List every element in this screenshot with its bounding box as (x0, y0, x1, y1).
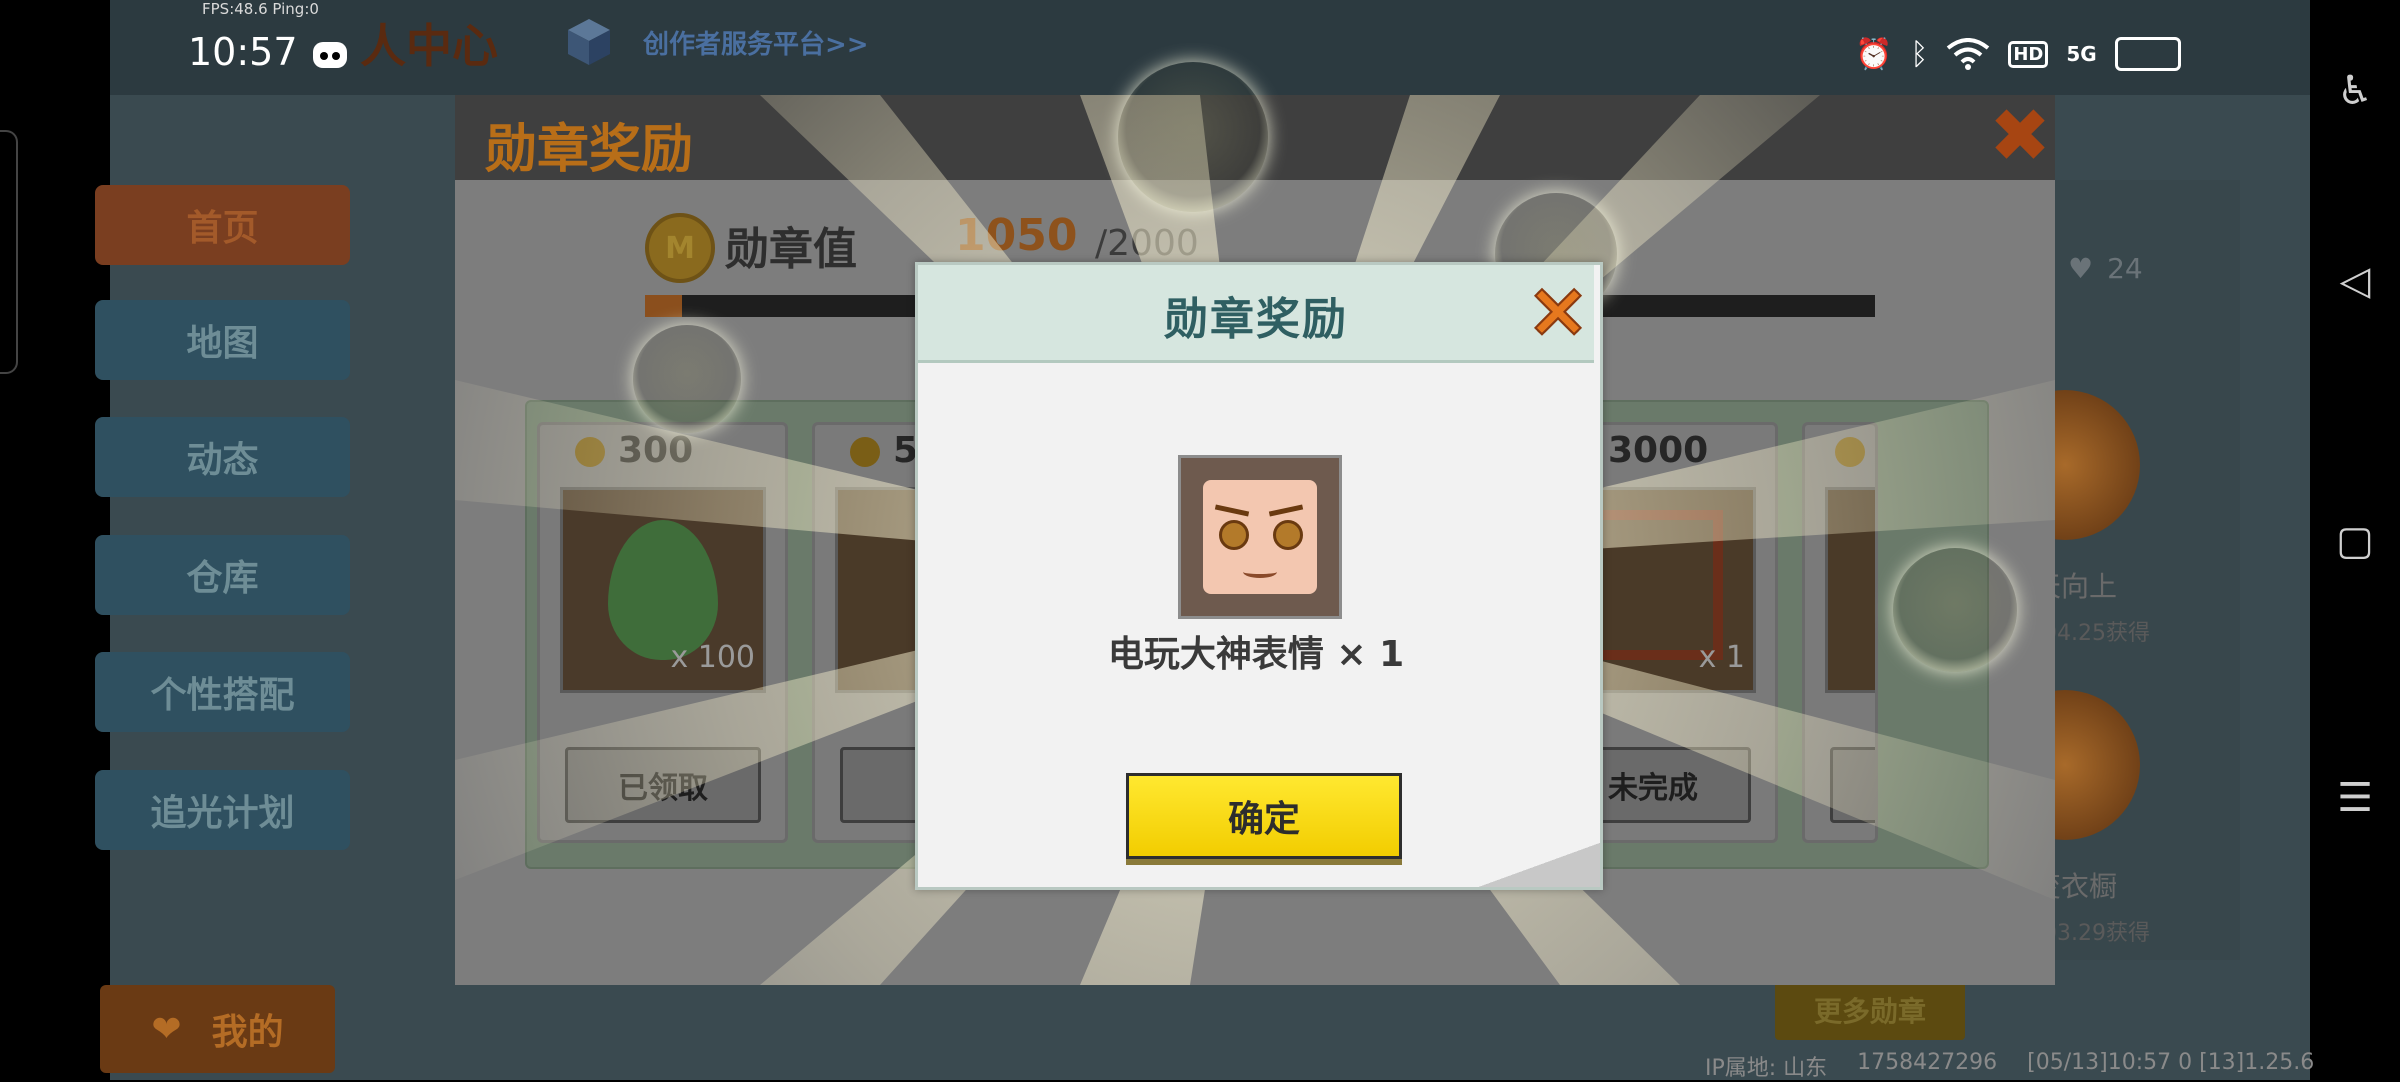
dialog-title: 勋章奖励 (1164, 294, 1348, 345)
reward-card: 300 x 100 已领取 (537, 422, 788, 843)
confirm-button[interactable]: 确定 (1126, 773, 1402, 859)
home-icon[interactable]: ▢ (2310, 518, 2400, 564)
system-nav-bar: ♿ ◁ ▢ ☰ (2310, 0, 2400, 1080)
back-icon[interactable]: ◁ (2310, 258, 2400, 304)
alarm-icon: ⏰ (1855, 36, 1893, 72)
side-menu: 首页 地图 动态 仓库 个性搭配 追光计划 (95, 180, 355, 850)
more-badges-button[interactable]: 更多勋章 (1775, 980, 1965, 1040)
user-id: 1758427296 (1857, 1050, 1998, 1075)
card-cost: 300 (618, 430, 694, 471)
sparkle-bubble (1893, 548, 2017, 672)
close-icon[interactable]: ✖ (1985, 99, 2055, 173)
reward-item-frame (1178, 455, 1342, 619)
menu-icon[interactable]: ☰ (2310, 775, 2400, 821)
wifi-icon (1947, 38, 1990, 70)
reward-dialog: 勋章奖励 ✕ 电玩大神表情 × 1 确定 (915, 262, 1603, 890)
face-emoji-icon (1203, 480, 1317, 594)
card-quantity: x 100 (670, 640, 755, 675)
reward-image (1825, 487, 1875, 693)
medal-value: 1050 (955, 210, 1078, 261)
game-controller-icon (313, 42, 347, 68)
cellular-icon: 5G (2066, 42, 2097, 66)
medal-icon (1835, 437, 1865, 467)
medal-max: /2000 (1095, 223, 1199, 264)
side-item-map[interactable]: 地图 (95, 300, 350, 380)
reward-name: 电玩大神表情 × 1 (1107, 634, 1405, 675)
side-item-feed[interactable]: 动态 (95, 417, 350, 497)
battery-icon (2114, 37, 2181, 71)
creator-platform-link[interactable]: 创作者服务平台>> (643, 24, 869, 61)
medal-value-label: 勋章值 (725, 224, 857, 275)
dialog-header: 勋章奖励 ✕ (918, 265, 1594, 363)
mine-label: 我的 (211, 1012, 284, 1053)
side-item-outfit[interactable]: 个性搭配 (95, 652, 350, 732)
side-item-plan[interactable]: 追光计划 (95, 770, 350, 850)
footer-info: IP属地: 山东 1758427296 [05/13]10:57 0 [13]1… (1705, 1050, 2314, 1082)
card-quantity: x 1 (1698, 640, 1745, 675)
page-curl (1478, 843, 1600, 887)
like-count: ♥ 24 (2068, 252, 2143, 285)
panel-title: 勋章奖励 (485, 120, 694, 180)
card-cost: 3000 (1608, 430, 1709, 471)
heart-icon: ❤ (151, 1008, 182, 1050)
card-button[interactable] (1830, 747, 1875, 823)
like-count-value: 24 (2107, 252, 2143, 285)
progress-fill (645, 295, 682, 317)
sparkle-bubble (633, 325, 741, 433)
hd-icon: HD (2008, 40, 2049, 68)
ip-location: IP属地: 山东 (1705, 1056, 1828, 1081)
page-title: 人中心 (360, 19, 498, 73)
side-item-home[interactable]: 首页 (95, 185, 350, 265)
reward-card (1802, 422, 1878, 843)
heart-icon: ♥ (2068, 252, 2094, 285)
side-item-storage[interactable]: 仓库 (95, 535, 350, 615)
medal-icon: M (645, 213, 715, 283)
accessibility-icon[interactable]: ♿ (2310, 68, 2400, 114)
fps-readout: FPS:48.6 Ping:0 (202, 0, 319, 18)
clock: 10:57 (188, 30, 298, 74)
cube-icon[interactable] (567, 17, 612, 67)
sparkle-bubble (1118, 62, 1268, 212)
edge-handle[interactable] (0, 130, 18, 374)
version-log: [05/13]10:57 0 [13]1.25.6 (2027, 1050, 2315, 1075)
medal-icon (850, 437, 880, 467)
mine-button[interactable]: ❤ 我的 (100, 985, 335, 1073)
status-icons: ⏰ ᛒ HD 5G (1855, 34, 2181, 74)
medal-icon (575, 437, 605, 467)
claimed-button[interactable]: 已领取 (565, 747, 761, 823)
bluetooth-icon: ᛒ (1910, 36, 1929, 72)
close-icon[interactable]: ✕ (1523, 277, 1593, 349)
